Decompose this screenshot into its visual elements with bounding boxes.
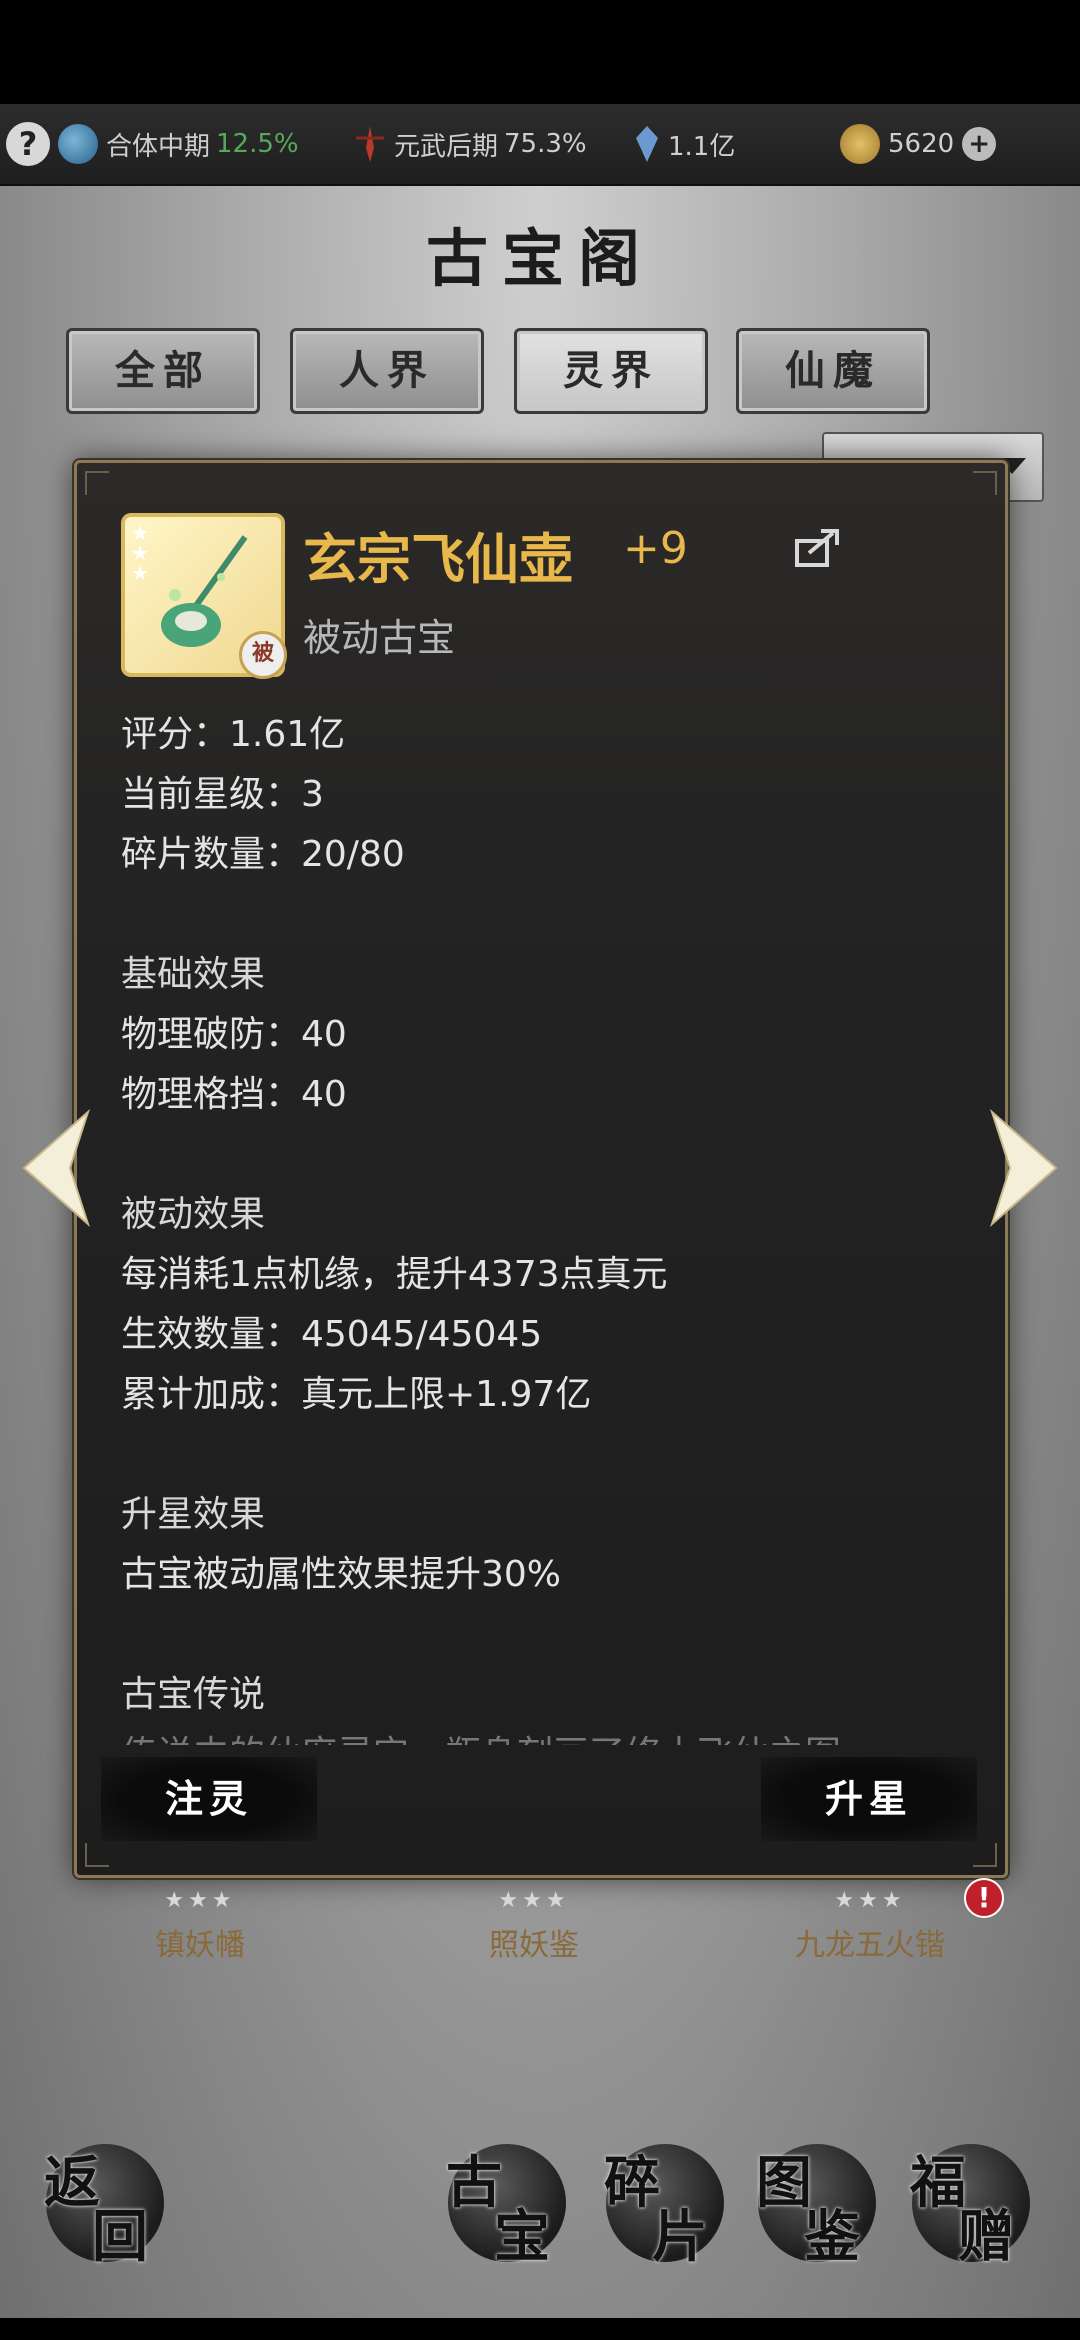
tab-immortal-demon[interactable]: 仙魔 [736, 328, 930, 414]
crystal-value: 1.1亿 [668, 131, 736, 162]
fragments-nav-button[interactable]: 碎 片 [604, 2144, 724, 2270]
passive-effect-title: 被动效果 [121, 1194, 266, 1235]
treasure-nav-button[interactable]: 古 宝 [446, 2144, 566, 2270]
back-char-2: 回 [92, 2204, 148, 2270]
legend-text: 传说中的仙府灵宝，瓶身刻画了修士飞仙之图 [121, 1725, 841, 1745]
star-level-line: 当前星级：3 [121, 774, 324, 815]
realm2-value: 75.3% [504, 129, 587, 159]
realm1-label: 合体中期 [106, 131, 211, 162]
shelf-stars: ★★★ [498, 1888, 570, 1913]
crystal-stat: 1.1亿 [634, 122, 735, 166]
catalog-nav-button[interactable]: 图 鉴 [756, 2144, 876, 2270]
upgrade-effect-title: 升星效果 [121, 1494, 266, 1535]
shelf-stars: ★★★ [834, 1888, 906, 1913]
next-arrow-icon[interactable] [988, 1108, 1062, 1228]
corner-ornament [973, 471, 997, 495]
treasure-char-2: 宝 [494, 2204, 550, 2270]
shelf-item-label[interactable]: 照妖鉴 [414, 1920, 654, 1964]
passive-effect-1: 每消耗1点机缘，提升4373点真元 [121, 1254, 668, 1295]
upgrade-effect-1: 古宝被动属性效果提升30% [121, 1554, 562, 1595]
treasure-name: 玄宗飞仙壶 [303, 528, 573, 591]
realm1-value: 12.5% [216, 129, 299, 159]
realm-stat-2: 元武后期 75.3% [352, 122, 587, 166]
corner-ornament [85, 1843, 109, 1867]
treasure-type: 被动古宝 [303, 616, 456, 660]
back-button[interactable]: 返 回 [44, 2144, 164, 2270]
catalog-char-2: 鉴 [804, 2204, 860, 2270]
passive-effect-3: 累计加成：真元上限+1.97亿 [121, 1374, 592, 1415]
passive-badge: 被 [239, 631, 287, 679]
yin-yang-icon [58, 124, 98, 164]
share-icon[interactable] [793, 525, 843, 569]
add-currency-button[interactable]: + [962, 127, 997, 161]
infuse-button[interactable]: 注灵 [101, 1757, 317, 1841]
star-up-button[interactable]: 升星 [761, 1757, 977, 1841]
corner-ornament [85, 471, 109, 495]
help-button[interactable]: ? [6, 122, 50, 166]
alert-badge: ! [964, 1878, 1004, 1918]
page-title: 古宝阁 [425, 222, 654, 295]
treasure-icon: ★ ★ ★ 被 [121, 513, 287, 679]
corner-ornament [973, 1843, 997, 1867]
base-effect-title: 基础效果 [121, 954, 266, 995]
bottom-edge [0, 2318, 1080, 2340]
treasure-level: +9 [623, 523, 688, 574]
tab-all[interactable]: 全部 [66, 328, 260, 414]
realm-stat-1: 合体中期 12.5% [58, 122, 299, 166]
tab-spirit-realm[interactable]: 灵界 [514, 328, 708, 414]
fragments-char-2: 片 [652, 2204, 708, 2270]
sword-emblem-icon [356, 126, 384, 162]
realm2-label: 元武后期 [394, 131, 499, 162]
legend-title: 古宝传说 [121, 1674, 266, 1715]
currency-stat: 5620 + [840, 122, 997, 166]
shelf-item-label[interactable]: 九龙五火锴 [750, 1920, 990, 1964]
previous-arrow-icon[interactable] [18, 1108, 92, 1228]
coin-icon [840, 124, 880, 164]
shelf-stars: ★★★ [164, 1888, 236, 1913]
score-line: 评分：1.61亿 [121, 714, 346, 755]
shelf-item-label[interactable]: 镇妖幡 [80, 1920, 320, 1964]
gift-nav-button[interactable]: 福 赠 [910, 2144, 1030, 2270]
crystal-icon [636, 126, 658, 162]
base-effect-2: 物理格挡：40 [121, 1074, 347, 1115]
gift-char-2: 赠 [958, 2204, 1014, 2270]
treasure-detail-panel: ★ ★ ★ 被 玄宗飞仙壶 +9 被动古宝 评分：1.61亿 当前星级：3 碎片… [74, 460, 1008, 1878]
currency-value: 5620 [888, 129, 955, 159]
fragments-line: 碎片数量：20/80 [121, 834, 405, 875]
passive-effect-2: 生效数量：45045/45045 [121, 1314, 543, 1355]
tab-human-realm[interactable]: 人界 [290, 328, 484, 414]
top-notch-area [0, 0, 1080, 104]
base-effect-1: 物理破防：40 [121, 1014, 347, 1055]
